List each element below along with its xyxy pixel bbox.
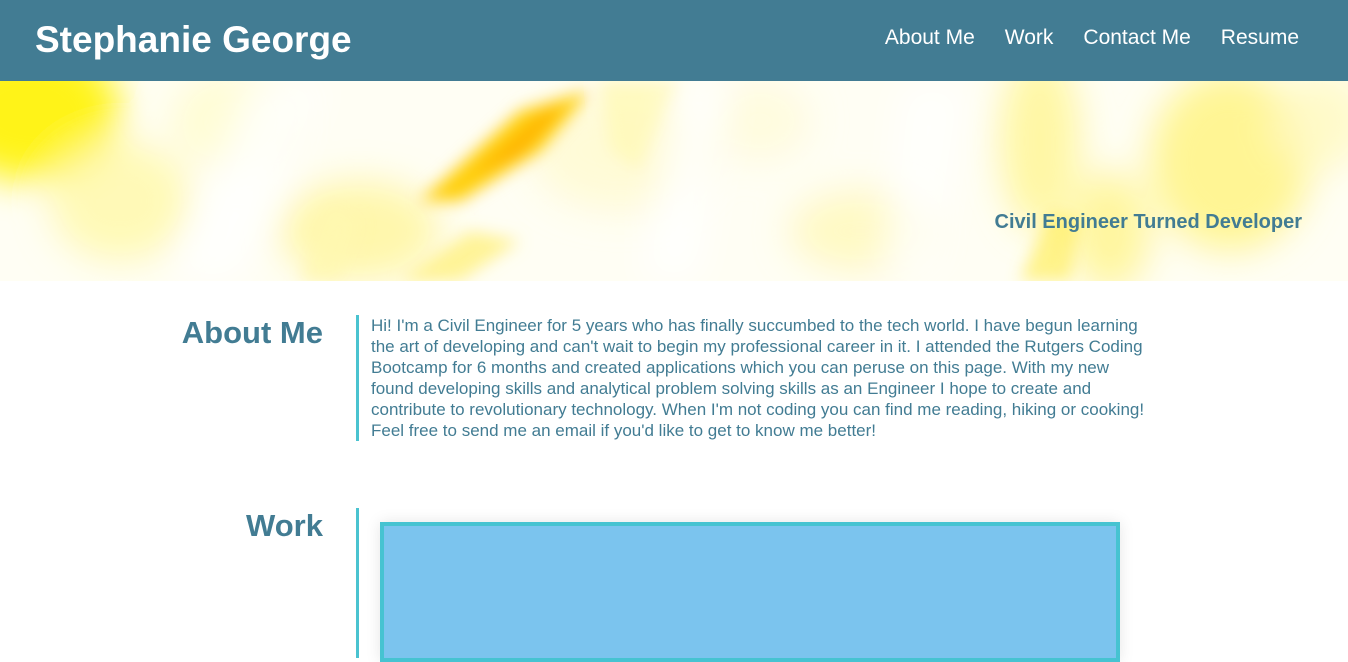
work-divider [356,508,359,658]
about-text: Hi! I'm a Civil Engineer for 5 years who… [371,316,1145,440]
nav-contact-me[interactable]: Contact Me [1083,24,1190,52]
nav-about-me[interactable]: About Me [885,24,975,52]
nav-work[interactable]: Work [1005,24,1054,52]
about-heading: About Me [181,315,323,350]
work-project-tile[interactable] [380,522,1120,662]
work-heading: Work [246,508,323,543]
hero-tagline: Civil Engineer Turned Developer [994,211,1302,233]
about-divider [356,315,359,441]
hero-background-image [0,81,1348,281]
main-nav: About Me Work Contact Me Resume [885,24,1299,52]
hero-banner: Civil Engineer Turned Developer [0,81,1348,281]
site-header: Stephanie George About Me Work Contact M… [0,0,1348,81]
site-title: Stephanie George [35,19,352,60]
nav-resume[interactable]: Resume [1221,24,1299,52]
